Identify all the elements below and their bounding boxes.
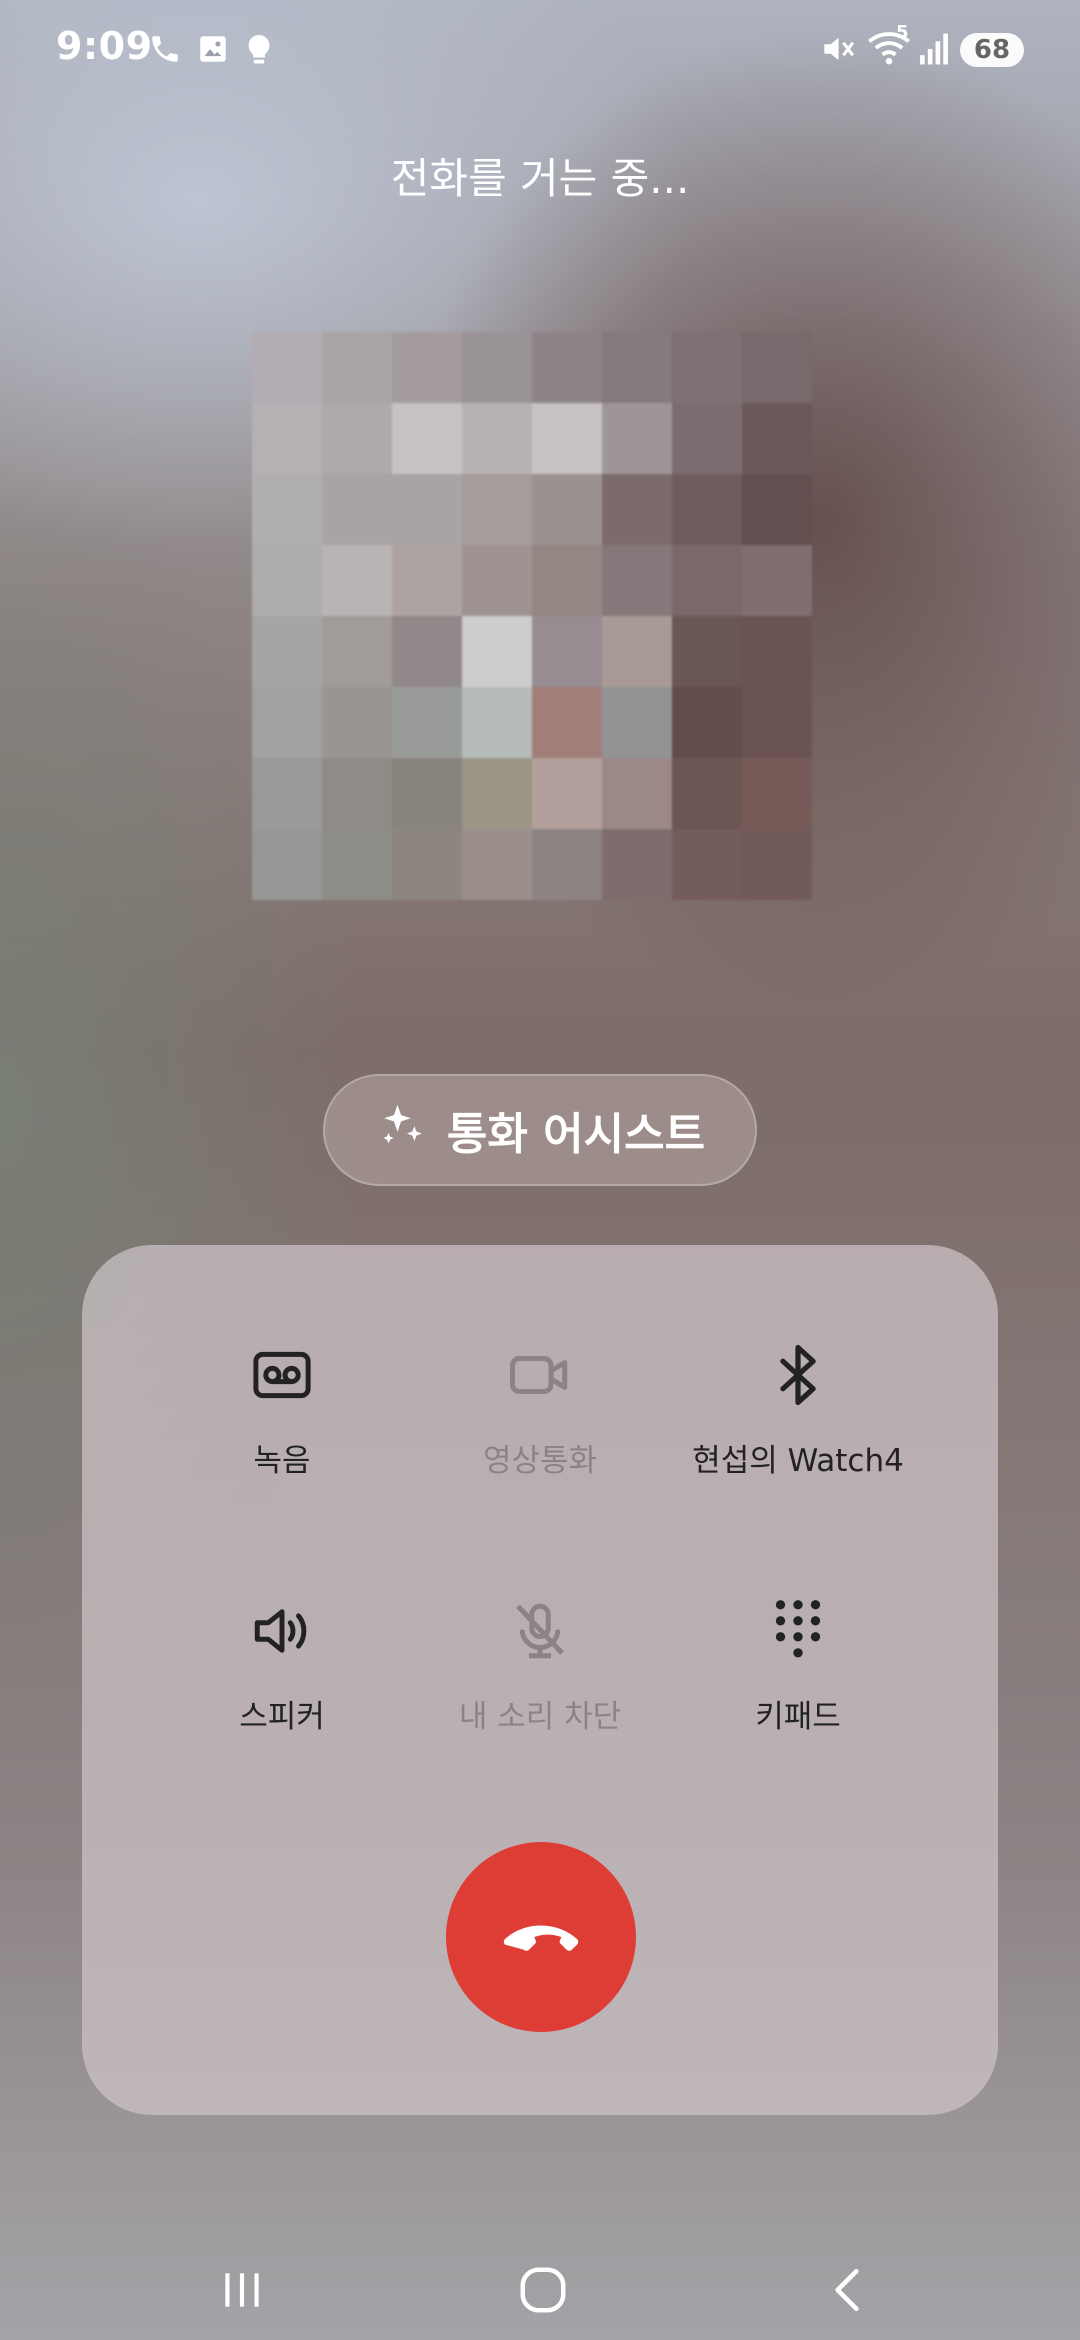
battery-icon: 68 xyxy=(960,33,1024,67)
speaker-button[interactable]: 스피커 xyxy=(132,1591,432,1736)
signal-icon xyxy=(918,32,950,70)
bulb-icon xyxy=(244,32,274,72)
end-call-button[interactable] xyxy=(446,1842,636,2032)
bluetooth-icon xyxy=(648,1335,948,1415)
voicemail-icon xyxy=(132,1335,432,1415)
video-call-label: 영상통화 xyxy=(482,1443,598,1479)
mute-mic-label: 내 소리 차단 xyxy=(458,1699,622,1735)
contact-photo xyxy=(252,332,812,902)
home-icon[interactable] xyxy=(503,2250,583,2330)
call-status-text: 전화를 거는 중... xyxy=(390,154,690,203)
sparkle-icon xyxy=(375,1098,429,1163)
speaker-icon xyxy=(132,1591,432,1671)
end-call-icon xyxy=(501,1915,581,1959)
video-icon xyxy=(390,1335,690,1415)
keypad-label: 키패드 xyxy=(755,1699,841,1735)
bluetooth-device-label: 현섭의 Watch4 xyxy=(692,1443,904,1479)
record-label: 녹음 xyxy=(253,1443,311,1479)
record-button[interactable]: 녹음 xyxy=(132,1335,432,1480)
mute-icon xyxy=(818,30,856,72)
mute-mic-button[interactable]: 내 소리 차단 xyxy=(390,1591,690,1736)
mic-off-icon xyxy=(390,1591,690,1671)
image-icon xyxy=(196,32,230,70)
bluetooth-device-button[interactable]: 현섭의 Watch4 xyxy=(648,1335,948,1480)
recents-icon[interactable] xyxy=(202,2250,282,2330)
video-call-button[interactable]: 영상통화 xyxy=(390,1335,690,1480)
keypad-button[interactable]: 키패드 xyxy=(648,1591,948,1736)
call-assist-label: 통화 어시스트 xyxy=(446,1109,706,1160)
status-time: 9:09 xyxy=(56,24,153,68)
keypad-icon xyxy=(648,1591,948,1671)
phone-icon xyxy=(148,32,182,70)
back-icon[interactable] xyxy=(808,2250,888,2330)
wifi-icon: 5 xyxy=(866,22,912,72)
status-bar: 9:09 5 68 xyxy=(0,0,1080,100)
wifi-badge: 5 xyxy=(896,22,909,43)
navigation-bar xyxy=(0,2220,1080,2340)
call-assist-button[interactable]: 통화 어시스트 xyxy=(323,1074,757,1186)
speaker-label: 스피커 xyxy=(239,1699,325,1735)
